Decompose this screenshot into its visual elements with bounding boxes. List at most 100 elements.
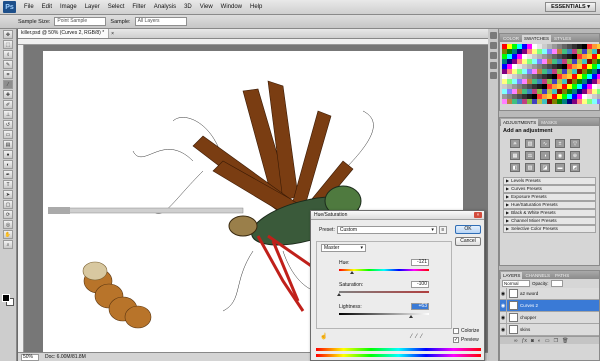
color-swatch[interactable]	[567, 64, 572, 69]
eyedropper-minus-icon[interactable]: ⁄	[421, 334, 422, 340]
channel-select[interactable]: Master	[321, 244, 366, 252]
color-swatch[interactable]	[587, 74, 592, 79]
color-swatch[interactable]	[512, 84, 517, 89]
visibility-eye-icon[interactable]: ◉	[500, 311, 507, 324]
color-swatch[interactable]	[572, 89, 577, 94]
color-swatch[interactable]	[532, 59, 537, 64]
color-swatch[interactable]	[572, 64, 577, 69]
gradient-map-icon[interactable]: ▬	[555, 163, 565, 172]
color-swatch[interactable]	[542, 69, 547, 74]
color-swatch[interactable]	[572, 54, 577, 59]
disclosure-triangle-icon[interactable]: ▶	[506, 202, 509, 207]
document-tab-title[interactable]: killer.psd @ 50% (Curves 2, RGB/8) *	[18, 29, 110, 38]
color-swatch[interactable]	[577, 99, 582, 104]
color-swatch[interactable]	[592, 84, 597, 89]
color-swatch[interactable]	[557, 89, 562, 94]
channel-mixer-icon[interactable]: ⊕	[570, 151, 580, 160]
color-swatch[interactable]	[532, 44, 537, 49]
color-swatch[interactable]	[522, 64, 527, 69]
color-swatch[interactable]	[517, 79, 522, 84]
color-swatch[interactable]	[542, 84, 547, 89]
opacity-input[interactable]	[550, 280, 563, 287]
color-swatch[interactable]	[552, 84, 557, 89]
color-swatch[interactable]	[567, 59, 572, 64]
color-swatch[interactable]	[527, 94, 532, 99]
color-swatch[interactable]	[582, 69, 587, 74]
color-swatch[interactable]	[547, 44, 552, 49]
color-swatch[interactable]	[572, 44, 577, 49]
color-swatch[interactable]	[522, 99, 527, 104]
color-swatch[interactable]	[577, 49, 582, 54]
menu-filter[interactable]: Filter	[128, 4, 149, 10]
color-swatch[interactable]	[567, 54, 572, 59]
color-swatch[interactable]	[592, 74, 597, 79]
eraser-tool-icon[interactable]: ▭	[3, 130, 13, 139]
menu-analysis[interactable]: Analysis	[150, 4, 180, 10]
color-swatch[interactable]	[582, 89, 587, 94]
color-swatch[interactable]	[547, 89, 552, 94]
color-swatch[interactable]	[562, 64, 567, 69]
menu-file[interactable]: File	[20, 4, 38, 10]
color-swatch[interactable]	[517, 89, 522, 94]
color-swatch[interactable]	[512, 49, 517, 54]
photo-filter-icon[interactable]: ◉	[555, 151, 565, 160]
color-swatch[interactable]	[537, 64, 542, 69]
color-swatch[interactable]	[542, 64, 547, 69]
sample-size-select[interactable]: Point Sample	[54, 17, 107, 26]
preset-select[interactable]: Custom	[336, 226, 437, 234]
color-swatch[interactable]	[517, 59, 522, 64]
color-swatch[interactable]	[562, 79, 567, 84]
color-swatch[interactable]	[542, 54, 547, 59]
color-swatch[interactable]	[592, 54, 597, 59]
color-swatch[interactable]	[517, 44, 522, 49]
color-swatch[interactable]	[567, 44, 572, 49]
color-swatch[interactable]	[547, 99, 552, 104]
new-adjustment-icon[interactable]: ◐	[538, 338, 541, 344]
quick-select-tool-icon[interactable]: ✎	[3, 60, 13, 69]
color-swatch[interactable]	[507, 79, 512, 84]
menu-edit[interactable]: Edit	[38, 4, 56, 10]
color-swatch[interactable]	[502, 59, 507, 64]
color-swatch[interactable]	[532, 74, 537, 79]
color-swatch[interactable]	[577, 54, 582, 59]
hue-slider-thumb[interactable]	[350, 271, 354, 274]
color-swatch[interactable]	[552, 74, 557, 79]
exposure-icon[interactable]: ±	[555, 139, 565, 148]
color-swatch[interactable]	[557, 54, 562, 59]
preset-item[interactable]: ▶ Hue/Saturation Presets	[503, 201, 596, 209]
visibility-eye-icon[interactable]: ◉	[500, 323, 507, 336]
color-swatch[interactable]	[522, 69, 527, 74]
disclosure-triangle-icon[interactable]: ▶	[506, 226, 509, 231]
color-swatch[interactable]	[547, 64, 552, 69]
color-swatch[interactable]	[567, 84, 572, 89]
color-swatch[interactable]	[527, 69, 532, 74]
menu-select[interactable]: Select	[104, 4, 129, 10]
hue-value-input[interactable]: -121	[411, 259, 429, 266]
preview-checkbox[interactable]: ✓ Preview	[453, 337, 479, 343]
color-swatch[interactable]	[507, 74, 512, 79]
color-swatch[interactable]	[532, 94, 537, 99]
color-swatch[interactable]	[542, 99, 547, 104]
color-swatch[interactable]	[502, 94, 507, 99]
color-swatch[interactable]	[532, 49, 537, 54]
color-swatch[interactable]	[562, 44, 567, 49]
color-swatch[interactable]	[502, 54, 507, 59]
character-panel-icon[interactable]	[490, 62, 497, 69]
color-swatch[interactable]	[552, 59, 557, 64]
color-swatch[interactable]	[587, 49, 592, 54]
marquee-tool-icon[interactable]: ⬚	[3, 40, 13, 49]
color-swatch[interactable]	[522, 49, 527, 54]
close-icon[interactable]: ×	[111, 31, 114, 37]
color-swatch[interactable]	[577, 69, 582, 74]
zoom-tool-icon[interactable]: ⌕	[3, 240, 13, 249]
lightness-value-input[interactable]: +63	[411, 303, 429, 310]
color-swatch[interactable]	[552, 94, 557, 99]
color-swatch[interactable]	[537, 79, 542, 84]
color-swatch[interactable]	[542, 89, 547, 94]
cancel-button[interactable]: Cancel	[455, 237, 481, 246]
menu-3d[interactable]: 3D	[180, 4, 196, 10]
color-swatch[interactable]	[547, 59, 552, 64]
color-swatch[interactable]	[547, 84, 552, 89]
color-swatch[interactable]	[557, 94, 562, 99]
tab-channels[interactable]: CHANNELS	[523, 272, 552, 279]
